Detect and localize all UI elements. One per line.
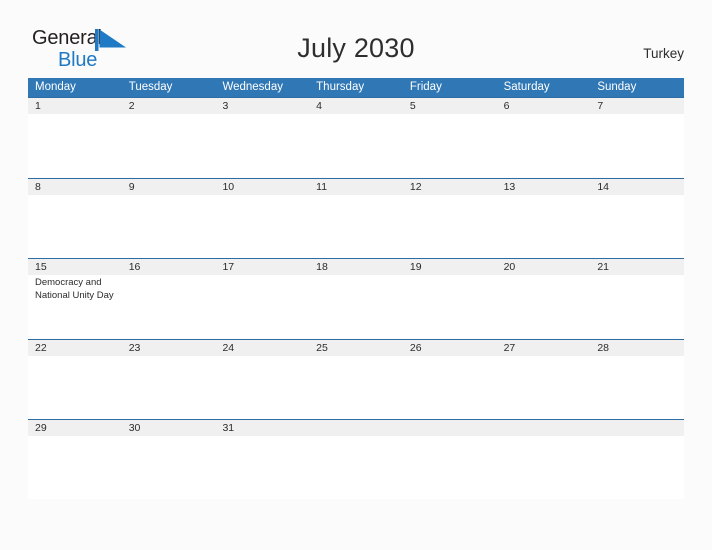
page-title: July 2030 (297, 33, 415, 63)
day-cell[interactable] (28, 356, 122, 419)
country-label: Turkey (643, 46, 684, 61)
day-cell[interactable] (590, 195, 684, 258)
day-number[interactable]: 19 (403, 259, 497, 275)
day-number[interactable]: 15 (28, 259, 122, 275)
week-row: 1 2 3 4 5 6 7 (28, 97, 684, 178)
week-date-band: 22 23 24 25 26 27 28 (28, 338, 684, 356)
day-number-empty (497, 420, 591, 436)
day-number[interactable]: 1 (28, 98, 122, 114)
week-date-band: 8 9 10 11 12 13 14 (28, 177, 684, 195)
day-cell[interactable] (497, 275, 591, 338)
day-number[interactable]: 2 (122, 98, 216, 114)
day-cell-empty (497, 436, 591, 499)
week-event-band (28, 355, 684, 419)
day-cell[interactable] (122, 195, 216, 258)
day-number[interactable]: 16 (122, 259, 216, 275)
weekday-header-saturday: Saturday (503, 81, 550, 93)
day-cell[interactable] (28, 195, 122, 258)
week-row: 22 23 24 25 26 27 28 (28, 338, 684, 420)
day-number[interactable]: 11 (309, 179, 403, 195)
day-number[interactable]: 28 (590, 340, 684, 356)
day-number[interactable]: 12 (403, 179, 497, 195)
page-header: General Blue July 2030 Turkey (0, 0, 712, 78)
day-number[interactable]: 6 (497, 98, 591, 114)
weekday-header-row: Monday Tuesday Wednesday Thursday Friday… (28, 78, 684, 97)
day-number[interactable]: 22 (28, 340, 122, 356)
day-cell[interactable] (403, 114, 497, 177)
day-cell[interactable] (497, 114, 591, 177)
weekday-header-monday: Monday (35, 81, 76, 93)
day-cell[interactable] (122, 356, 216, 419)
day-cell[interactable] (403, 195, 497, 258)
day-cell[interactable] (28, 436, 122, 499)
day-number[interactable]: 21 (590, 259, 684, 275)
day-cell[interactable] (309, 275, 403, 338)
day-number[interactable]: 13 (497, 179, 591, 195)
day-cell[interactable] (122, 275, 216, 338)
day-number[interactable]: 26 (403, 340, 497, 356)
day-number[interactable]: 24 (215, 340, 309, 356)
week-date-band: 1 2 3 4 5 6 7 (28, 97, 684, 114)
day-number[interactable]: 23 (122, 340, 216, 356)
week-row: 8 9 10 11 12 13 14 (28, 177, 684, 259)
week-event-band: Democracy and National Unity Day (28, 275, 684, 338)
day-cell[interactable] (28, 114, 122, 177)
day-number-empty (590, 420, 684, 436)
day-number[interactable]: 10 (215, 179, 309, 195)
day-cell[interactable] (215, 275, 309, 338)
week-date-band: 15 16 17 18 19 20 21 (28, 258, 684, 275)
day-cell[interactable] (215, 436, 309, 499)
day-cell[interactable]: Democracy and National Unity Day (28, 275, 122, 338)
week-date-band: 29 30 31 (28, 419, 684, 436)
day-number[interactable]: 18 (309, 259, 403, 275)
day-cell[interactable] (497, 195, 591, 258)
week-row: 15 16 17 18 19 20 21 Democracy and Natio… (28, 258, 684, 339)
weekday-header-sunday: Sunday (597, 81, 637, 93)
weekday-header-friday: Friday (409, 81, 442, 93)
day-number[interactable]: 3 (215, 98, 309, 114)
day-cell[interactable] (122, 114, 216, 177)
week-event-band (28, 114, 684, 177)
day-number-empty (403, 420, 497, 436)
day-number[interactable]: 4 (309, 98, 403, 114)
day-cell-empty (590, 436, 684, 499)
day-number-empty (309, 420, 403, 436)
day-cell[interactable] (309, 356, 403, 419)
day-cell[interactable] (590, 356, 684, 419)
day-cell[interactable] (590, 275, 684, 338)
day-number[interactable]: 14 (590, 179, 684, 195)
day-number[interactable]: 20 (497, 259, 591, 275)
day-number[interactable]: 25 (309, 340, 403, 356)
day-cell[interactable] (122, 436, 216, 499)
week-row: 29 30 31 (28, 419, 684, 500)
day-number[interactable]: 31 (215, 420, 309, 436)
day-cell[interactable] (215, 114, 309, 177)
day-cell[interactable] (590, 114, 684, 177)
day-number[interactable]: 17 (215, 259, 309, 275)
day-cell[interactable] (497, 356, 591, 419)
day-cell[interactable] (309, 195, 403, 258)
calendar-page: General Blue July 2030 Turkey Monday Tue… (0, 0, 712, 550)
day-number[interactable]: 7 (590, 98, 684, 114)
day-cell-empty (309, 436, 403, 499)
day-number[interactable]: 8 (28, 179, 122, 195)
weekday-header-thursday: Thursday (316, 81, 365, 93)
day-cell-empty (403, 436, 497, 499)
day-number[interactable]: 29 (28, 420, 122, 436)
day-cell[interactable] (403, 275, 497, 338)
day-number[interactable]: 27 (497, 340, 591, 356)
week-event-band (28, 194, 684, 258)
day-number[interactable]: 30 (122, 420, 216, 436)
day-number[interactable]: 9 (122, 179, 216, 195)
day-number[interactable]: 5 (403, 98, 497, 114)
day-event-text: Democracy and National Unity Day (35, 277, 114, 301)
weekday-header-wednesday: Wednesday (222, 81, 283, 93)
weekday-header-tuesday: Tuesday (128, 81, 173, 93)
day-cell[interactable] (215, 356, 309, 419)
day-cell[interactable] (309, 114, 403, 177)
calendar-grid: Monday Tuesday Wednesday Thursday Friday… (28, 78, 684, 500)
week-event-band (28, 436, 684, 499)
day-cell[interactable] (215, 195, 309, 258)
day-cell[interactable] (403, 356, 497, 419)
